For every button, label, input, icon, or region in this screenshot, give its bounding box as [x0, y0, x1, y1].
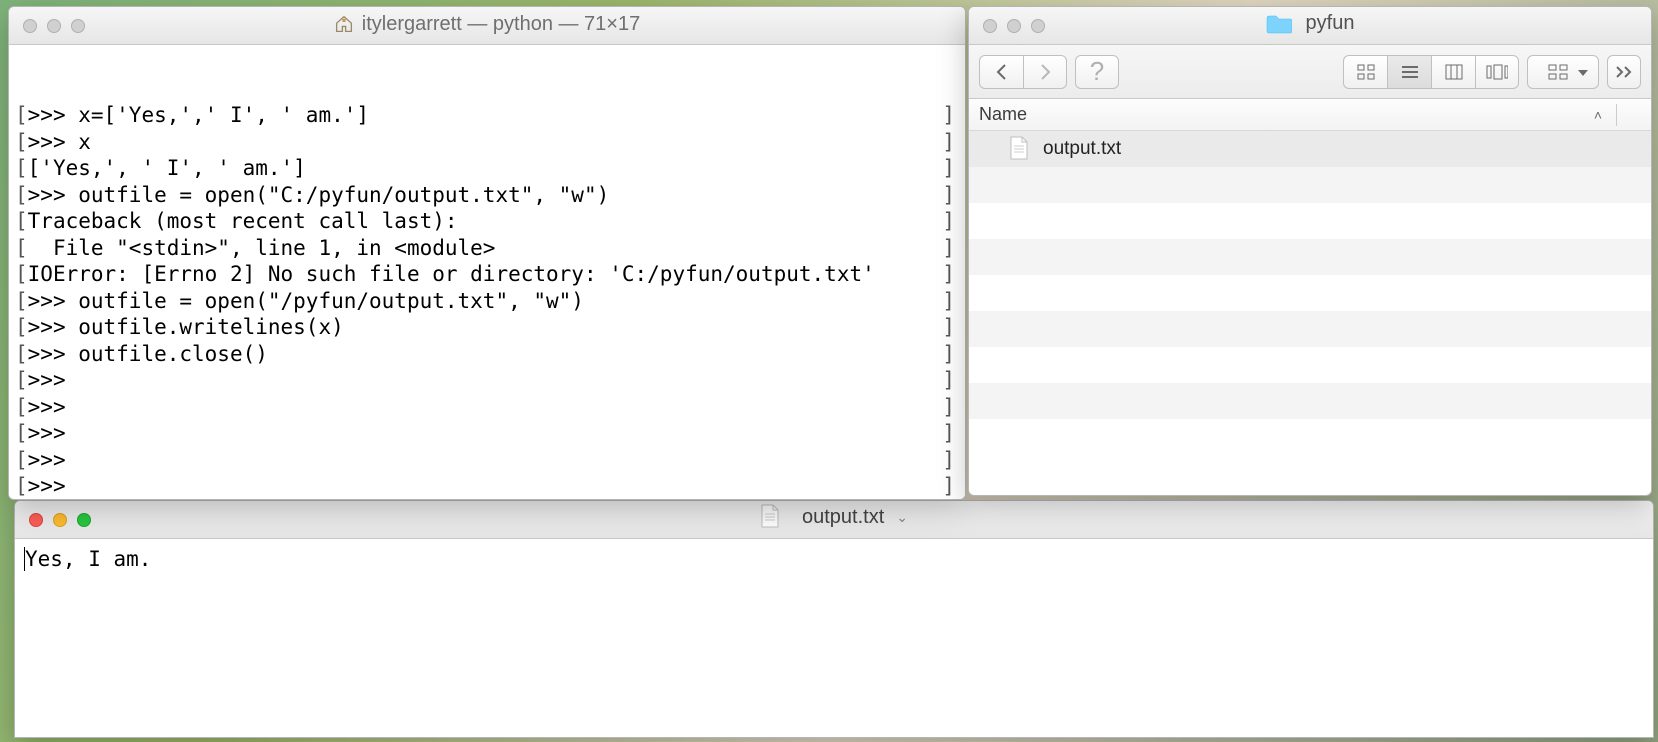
nav-buttons	[979, 55, 1067, 89]
view-buttons	[1343, 55, 1519, 89]
terminal-line-text: >>>	[28, 367, 79, 394]
terminal-line: [Traceback (most recent call last):]	[15, 208, 957, 235]
terminal-line-text: >>>	[28, 473, 79, 499]
expand-toolbar-button[interactable]	[1607, 55, 1641, 89]
close-button[interactable]	[23, 19, 37, 33]
terminal-line: [>>> outfile = open("C:/pyfun/output.txt…	[15, 182, 957, 209]
table-row	[969, 347, 1651, 383]
terminal-line: [>>> ]	[15, 394, 957, 421]
terminal-line-text: IOError: [Errno 2] No such file or direc…	[28, 261, 875, 288]
list-view-button[interactable]	[1387, 55, 1431, 89]
terminal-line-text: Traceback (most recent call last):	[28, 208, 458, 235]
terminal-body[interactable]: [>>> x=['Yes,',' I', ' am.']][>>> x][['Y…	[9, 45, 965, 499]
terminal-line: [>>> outfile.writelines(x)]	[15, 314, 957, 341]
icon-view-button[interactable]	[1343, 55, 1387, 89]
table-row	[969, 419, 1651, 455]
sort-indicator-icon: ˄	[1588, 107, 1608, 123]
table-row[interactable]: output.txt	[969, 131, 1651, 167]
close-button[interactable]	[29, 513, 43, 527]
finder-file-list[interactable]: output.txt	[969, 131, 1651, 495]
terminal-line: [>>> ]	[15, 367, 957, 394]
terminal-line-text: >>> x=['Yes,',' I', ' am.']	[28, 102, 369, 129]
help-button[interactable]: ?	[1075, 55, 1119, 89]
text-caret	[24, 547, 25, 571]
minimize-button[interactable]	[53, 513, 67, 527]
terminal-line: [>>> outfile = open("/pyfun/output.txt",…	[15, 288, 957, 315]
home-icon	[334, 15, 354, 33]
terminal-line-text: ['Yes,', ' I', ' am.']	[28, 155, 306, 182]
textedit-content: Yes, I am.	[25, 547, 151, 571]
document-icon	[1009, 136, 1031, 162]
folder-icon	[1266, 14, 1292, 34]
terminal-line-text: >>>	[28, 394, 79, 421]
minimize-button[interactable]	[1007, 19, 1021, 33]
table-row	[969, 275, 1651, 311]
terminal-line: [>>> outfile.close()]	[15, 341, 957, 368]
table-row	[969, 167, 1651, 203]
terminal-line-text: >>> outfile.writelines(x)	[28, 314, 344, 341]
terminal-line-text: >>> outfile = open("/pyfun/output.txt", …	[28, 288, 584, 315]
window-controls	[969, 19, 1045, 33]
terminal-line: [>>> ]	[15, 420, 957, 447]
terminal-line-text: >>>	[28, 420, 79, 447]
finder-column-header[interactable]: Name ˄	[969, 99, 1651, 131]
terminal-line: [>>> x=['Yes,',' I', ' am.']]	[15, 102, 957, 129]
textedit-body[interactable]: Yes, I am.	[15, 539, 1653, 737]
zoom-button[interactable]	[71, 19, 85, 33]
table-row	[969, 383, 1651, 419]
finder-window[interactable]: pyfun ?	[968, 6, 1652, 496]
chevron-down-icon[interactable]: ⌄	[896, 509, 908, 526]
window-controls	[9, 19, 85, 33]
terminal-line-text: File "<stdin>", line 1, in <module>	[28, 235, 496, 262]
textedit-title-text: output.txt	[802, 506, 884, 529]
terminal-title: itylergarrett — python — 71×17	[334, 13, 640, 36]
table-row	[969, 311, 1651, 347]
terminal-title-text: itylergarrett — python — 71×17	[362, 13, 640, 36]
terminal-line-text: >>> x	[28, 129, 91, 156]
zoom-button[interactable]	[77, 513, 91, 527]
finder-titlebar[interactable]: pyfun	[969, 7, 1651, 45]
terminal-line-text: >>>	[28, 447, 79, 474]
table-row	[969, 203, 1651, 239]
column-name[interactable]: Name	[979, 104, 1588, 125]
close-button[interactable]	[983, 19, 997, 33]
file-name: output.txt	[1043, 138, 1121, 160]
terminal-line: [ File "<stdin>", line 1, in <module>]	[15, 235, 957, 262]
arrange-button[interactable]	[1527, 55, 1599, 89]
terminal-line: [>>> ]	[15, 473, 957, 499]
minimize-button[interactable]	[47, 19, 61, 33]
column-divider[interactable]	[1616, 104, 1617, 126]
terminal-line: [IOError: [Errno 2] No such file or dire…	[15, 261, 957, 288]
document-icon	[760, 504, 782, 530]
zoom-button[interactable]	[1031, 19, 1045, 33]
terminal-line-text: >>> outfile.close()	[28, 341, 268, 368]
back-button[interactable]	[979, 55, 1023, 89]
terminal-window[interactable]: itylergarrett — python — 71×17 [>>> x=['…	[8, 6, 966, 500]
terminal-line: [['Yes,', ' I', ' am.']]	[15, 155, 957, 182]
finder-title-text: pyfun	[1306, 12, 1355, 35]
textedit-title[interactable]: output.txt ⌄	[760, 504, 908, 530]
gallery-view-button[interactable]	[1475, 55, 1519, 89]
window-controls	[15, 513, 91, 527]
table-row	[969, 239, 1651, 275]
terminal-line-text: >>> outfile = open("C:/pyfun/output.txt"…	[28, 182, 610, 209]
textedit-window[interactable]: output.txt ⌄ Yes, I am.	[14, 500, 1654, 738]
terminal-line: [>>> ]	[15, 447, 957, 474]
textedit-titlebar[interactable]: output.txt ⌄	[15, 501, 1653, 539]
column-view-button[interactable]	[1431, 55, 1475, 89]
terminal-titlebar[interactable]: itylergarrett — python — 71×17	[9, 7, 965, 45]
terminal-line: [>>> x]	[15, 129, 957, 156]
finder-title: pyfun	[1266, 12, 1355, 35]
forward-button[interactable]	[1023, 55, 1067, 89]
finder-toolbar: ?	[969, 45, 1651, 99]
